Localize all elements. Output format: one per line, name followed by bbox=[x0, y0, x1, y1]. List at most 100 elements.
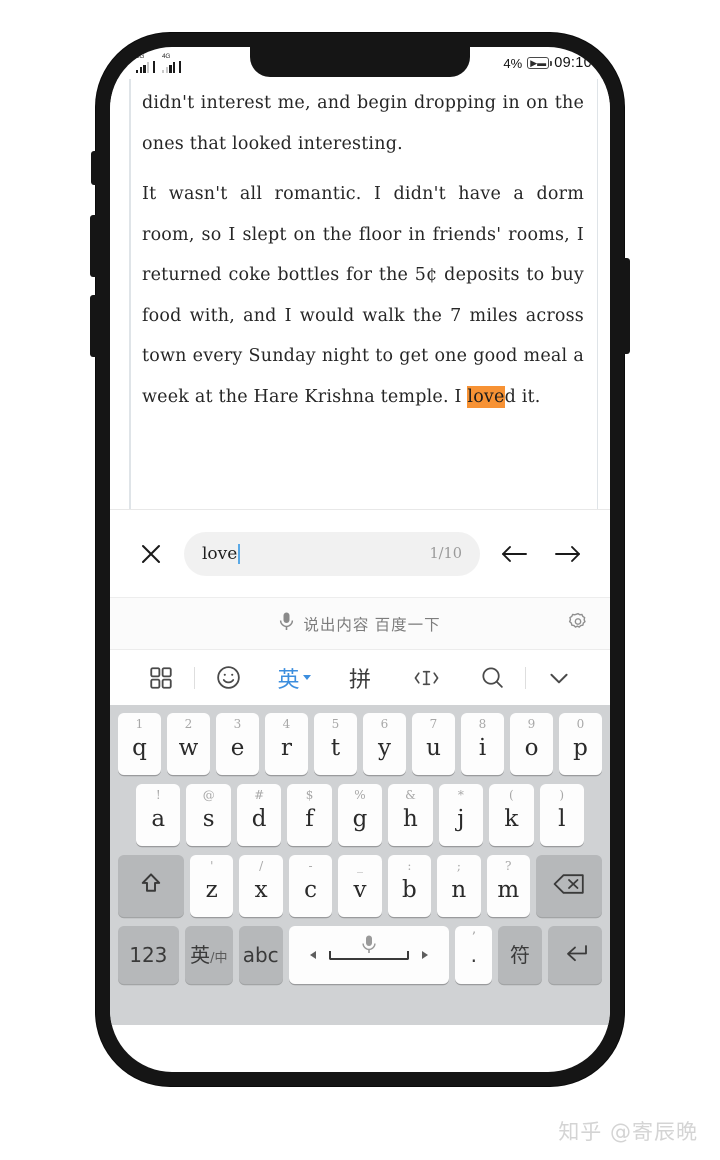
key-t[interactable]: 5t bbox=[314, 713, 357, 775]
collapse-keyboard-icon[interactable] bbox=[526, 650, 592, 705]
status-bar-right: 4% ▶▬ 09:10 bbox=[503, 55, 592, 71]
key-hint: 2 bbox=[184, 717, 193, 731]
key-x[interactable]: / x bbox=[239, 855, 283, 917]
gear-icon[interactable] bbox=[568, 611, 588, 636]
key-o[interactable]: 9o bbox=[510, 713, 553, 775]
battery-charging-icon: ▶▬ bbox=[527, 57, 552, 69]
key-s[interactable]: @ s bbox=[186, 784, 231, 846]
language-toggle-label: 英 bbox=[190, 943, 211, 967]
key-hint: ( bbox=[508, 788, 514, 802]
reader-content[interactable]: didn't interest me, and begin dropping i… bbox=[110, 79, 610, 509]
key-label: r bbox=[281, 734, 292, 761]
key-a[interactable]: ! a bbox=[136, 784, 181, 846]
signal-strength-sim1-icon: 2G bbox=[136, 52, 156, 73]
apps-grid-icon[interactable] bbox=[128, 650, 194, 705]
shift-key[interactable] bbox=[118, 855, 185, 917]
backspace-key[interactable] bbox=[535, 855, 602, 917]
keyboard-row-1: 1q2w3e4r5t6y7u8i9o0p bbox=[114, 713, 606, 775]
language-english-label: 英 bbox=[277, 667, 300, 693]
network-type-sim2: 4G bbox=[162, 52, 171, 60]
cursor-right-icon[interactable] bbox=[421, 951, 428, 959]
key-label: u bbox=[426, 734, 441, 761]
language-toggle-key[interactable]: 英/中 bbox=[184, 926, 233, 984]
key-b[interactable]: :b bbox=[387, 855, 432, 917]
key-e[interactable]: 3e bbox=[216, 713, 259, 775]
key-hint: @ bbox=[202, 788, 215, 802]
phone-screen: 2G 4G 4% ▶▬ 09:10 didn't interest me, an… bbox=[110, 47, 610, 1072]
key-label: b bbox=[402, 876, 417, 903]
abc-key[interactable]: abc bbox=[238, 926, 283, 984]
key-hint: 3 bbox=[233, 717, 242, 731]
volume-up-button[interactable] bbox=[90, 215, 98, 277]
volume-down-button[interactable] bbox=[90, 295, 98, 357]
page-margin-line-left bbox=[129, 79, 131, 509]
key-hint: ' bbox=[210, 859, 214, 873]
key-hint: 9 bbox=[527, 717, 536, 731]
key-i[interactable]: 8i bbox=[461, 713, 504, 775]
cursor-left-icon[interactable] bbox=[309, 951, 316, 959]
key-hint: ) bbox=[559, 788, 565, 802]
key-k[interactable]: (k bbox=[489, 784, 534, 846]
microphone-icon[interactable] bbox=[361, 935, 376, 959]
search-input[interactable]: love 1/10 bbox=[184, 531, 480, 576]
key-hint: - bbox=[308, 859, 313, 873]
key-n[interactable]: ; n bbox=[437, 855, 481, 917]
power-button[interactable] bbox=[622, 258, 630, 354]
key-v[interactable]: _ v bbox=[338, 855, 382, 917]
paragraph: didn't interest me, and begin dropping i… bbox=[142, 83, 584, 164]
key-u[interactable]: 7u bbox=[412, 713, 455, 775]
mute-switch[interactable] bbox=[91, 151, 98, 185]
paragraph: It wasn't all romantic. I didn't have a … bbox=[142, 174, 584, 417]
emoji-icon[interactable] bbox=[195, 650, 261, 705]
key-label: k bbox=[504, 805, 519, 832]
key-z[interactable]: ' z bbox=[190, 855, 234, 917]
numbers-key[interactable]: 123 bbox=[117, 926, 179, 984]
status-bar-left: 2G 4G bbox=[136, 52, 182, 73]
key-label: x bbox=[254, 876, 268, 903]
key-d[interactable]: # d bbox=[236, 784, 282, 846]
key-y[interactable]: 6y bbox=[363, 713, 406, 775]
language-english-button[interactable]: 英 bbox=[261, 650, 327, 705]
key-h[interactable]: & h bbox=[388, 784, 433, 846]
enter-key[interactable] bbox=[547, 926, 603, 984]
pinyin-button[interactable]: 拼 bbox=[327, 650, 393, 705]
screenshot-root: 2G 4G 4% ▶▬ 09:10 didn't interest me, an… bbox=[0, 0, 720, 1160]
cursor-move-icon[interactable] bbox=[393, 650, 459, 705]
match-counter: 1/10 bbox=[429, 545, 462, 562]
key-j[interactable]: * j bbox=[438, 784, 484, 846]
key-label: l bbox=[558, 805, 566, 832]
arrow-left-icon[interactable] bbox=[494, 534, 534, 574]
backspace-icon bbox=[552, 871, 586, 902]
key-label: f bbox=[305, 805, 314, 832]
voice-search-bar[interactable]: 说出内容 百度一下 bbox=[110, 597, 610, 649]
key-l[interactable]: ) l bbox=[539, 784, 584, 846]
symbols-key[interactable]: 符 bbox=[498, 926, 542, 984]
voice-prompt-text: 说出内容 百度一下 bbox=[303, 616, 441, 634]
key-r[interactable]: 4r bbox=[265, 713, 308, 775]
key-hint: 1 bbox=[135, 717, 144, 731]
key-hint: 8 bbox=[478, 717, 487, 731]
find-in-page-bar: love 1/10 bbox=[110, 509, 610, 597]
key-hint: $ bbox=[305, 788, 314, 802]
key-hint: # bbox=[254, 788, 265, 802]
network-type-sim1: 2G bbox=[136, 52, 145, 60]
key-hint: 5 bbox=[331, 717, 340, 731]
key-f[interactable]: $ f bbox=[287, 784, 332, 846]
shift-icon bbox=[138, 871, 164, 902]
close-icon[interactable] bbox=[132, 535, 170, 573]
key-w[interactable]: 2w bbox=[167, 713, 210, 775]
page-margin-line-right bbox=[596, 79, 598, 509]
key-q[interactable]: 1q bbox=[118, 713, 161, 775]
key-m[interactable]: ? m bbox=[486, 855, 530, 917]
keyboard-row-2: ! a @ s # d $ f% g & h * j(k) l bbox=[114, 784, 606, 846]
key-c[interactable]: -c bbox=[288, 855, 333, 917]
key-label: m bbox=[497, 876, 520, 903]
search-icon[interactable] bbox=[459, 650, 525, 705]
period-key[interactable]: ’ . bbox=[455, 926, 493, 984]
arrow-right-icon[interactable] bbox=[548, 534, 588, 574]
key-g[interactable]: % g bbox=[337, 784, 383, 846]
space-key[interactable] bbox=[288, 926, 450, 984]
key-p[interactable]: 0p bbox=[559, 713, 602, 775]
key-label: t bbox=[330, 734, 341, 761]
key-label: s bbox=[202, 805, 215, 832]
